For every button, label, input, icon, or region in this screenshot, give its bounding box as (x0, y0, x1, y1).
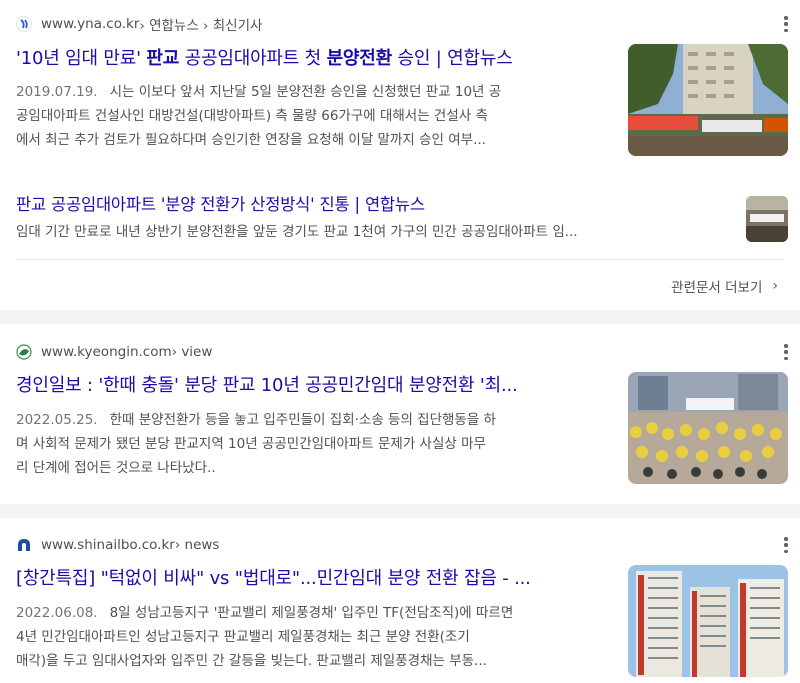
source-path: › 연합뉴스 › 최신기사 (139, 18, 263, 34)
snippet-line: 4년 민간임대아파트인 성남고등지구 판교밸리 제일풍경채는 최근 분양 전환(… (16, 629, 470, 645)
sub-title-text: 판교 공공임대아파트 '분양 전환가 산정방식' 진통 | 연합뉴스 (16, 195, 425, 214)
shinailbo-favicon-icon (18, 539, 30, 551)
title-bold: 분양전환 (326, 48, 393, 69)
divider (16, 259, 784, 260)
kyeongin-favicon-icon (16, 344, 32, 360)
result-date: 2022.05.25. (16, 412, 98, 428)
source-domain: www.shinailbo.co.kr (41, 537, 175, 553)
source-path: › view (171, 344, 213, 360)
source-domain: www.yna.co.kr (41, 16, 140, 32)
result-date: 2019.07.19. (16, 84, 98, 100)
snippet-line: 리 단계에 접어든 것으로 나타났다.. (16, 460, 216, 476)
rally-crowd-image (628, 372, 788, 484)
source-domain: www.kyeongin.com (41, 344, 172, 360)
result-snippet: 2022.05.25. 한때 분양전환가 등을 놓고 입주민들이 집회·소송 등의… (16, 408, 608, 484)
result-snippet: 2019.07.19. 시는 이보다 앞서 지난달 5일 분양전환 승인을 신청했… (16, 80, 608, 156)
snippet-line: 한때 분양전환가 등을 놓고 입주민들이 집회·소송 등의 집단행동을 하 (109, 412, 496, 428)
title-part: '10년 임대 만료' (16, 48, 147, 69)
sub-result-snippet: 임대 기간 만료로 내년 상반기 분양전환을 앞둔 경기도 판교 1천여 가구의… (16, 224, 578, 240)
result-card-kyeongin: www.kyeongin.com › view 경인일보 : '한때 충돌' 분… (0, 324, 800, 504)
more-vert-icon[interactable] (782, 342, 790, 362)
result-source[interactable]: www.kyeongin.com › view (16, 342, 212, 362)
source-path: › news (174, 537, 220, 553)
result-snippet: 2022.06.08. 8일 성남고등지구 '판교밸리 제일풍경채' 입주민 TF… (16, 601, 608, 677)
chevron-right-icon: › (772, 278, 778, 294)
protest-image (746, 196, 788, 242)
snippet-line: 공임대아파트 건설사인 대방건설(대방아파트) 측 물량 66가구에 대해서는 … (16, 108, 488, 124)
yna-favicon-icon (16, 16, 32, 32)
more-vert-icon[interactable] (782, 14, 790, 34)
title-bold: 판교 (146, 48, 180, 69)
result-title-link[interactable]: '10년 임대 만료' 판교 공공임대아파트 첫 분양전환 승인 | 연합뉴스 (16, 46, 606, 72)
result-source[interactable]: www.yna.co.kr › 연합뉴스 › 최신기사 (16, 14, 262, 34)
apartment-protest-image (628, 44, 788, 156)
sub-result-title-link[interactable]: 판교 공공임대아파트 '분양 전환가 산정방식' 진통 | 연합뉴스 (16, 192, 606, 218)
title-part: 공공임대아파트 첫 (179, 48, 327, 69)
snippet-line: 시는 이보다 앞서 지난달 5일 분양전환 승인을 신청했던 판교 10년 공 (109, 84, 502, 100)
result-title-link[interactable]: 경인일보 : '한때 충돌' 분당 판교 10년 공공민간임대 분양전환 '최.… (16, 373, 606, 399)
title-part: 승인 | 연합뉴스 (392, 48, 513, 69)
apartment-building-image (628, 565, 788, 677)
snippet-line: 며 사회적 문제가 됐던 분당 판교지역 10년 공공민간임대아파트 문제가 사… (16, 436, 486, 452)
snippet-line: 에서 최근 추가 검토가 필요하다며 승인기한 연장을 요청해 이달 말까지 승… (16, 132, 486, 148)
more-related-label: 관련문서 더보기 (671, 280, 763, 296)
snippet-line: 매각)을 두고 임대사업자와 입주민 간 갈등을 빚는다. 판교밸리 제일풍경채… (16, 653, 487, 669)
result-thumbnail[interactable] (628, 44, 788, 156)
snippet-line: 8일 성남고등지구 '판교밸리 제일풍경채' 입주민 TF(전담조직)에 따르면 (109, 605, 514, 621)
result-title-link[interactable]: [창간특집] "턱없이 비싸" vs "법대로"...민간임대 분양 전환 잡음… (16, 566, 606, 592)
result-card-shinailbo: www.shinailbo.co.kr › news [창간특집] "턱없이 비… (0, 518, 800, 683)
result-date: 2022.06.08. (16, 605, 98, 621)
more-vert-icon[interactable] (782, 535, 790, 555)
result-card-yna: www.yna.co.kr › 연합뉴스 › 최신기사 '10년 임대 만료' … (0, 0, 800, 310)
result-thumbnail[interactable] (628, 565, 788, 677)
result-source[interactable]: www.shinailbo.co.kr › news (16, 535, 219, 555)
sub-result-thumbnail[interactable] (746, 196, 788, 242)
more-related-link[interactable]: 관련문서 더보기 › (671, 276, 778, 296)
result-thumbnail[interactable] (628, 372, 788, 484)
